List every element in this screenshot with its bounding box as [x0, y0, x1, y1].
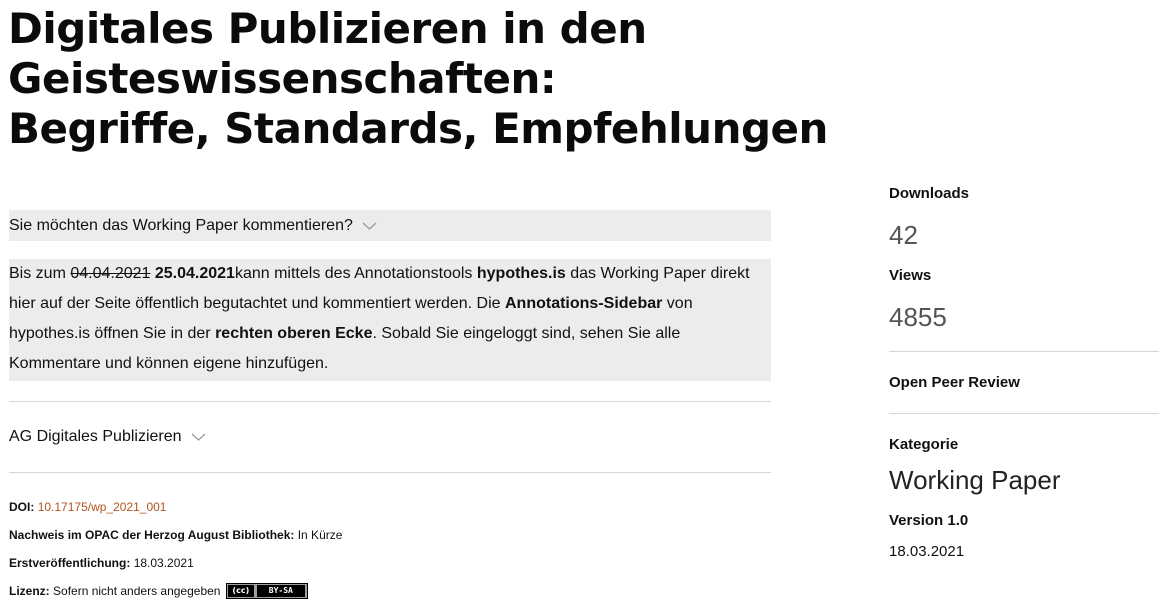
views-label: Views [889, 267, 932, 284]
notice-text-1: kann mittels des Annotationstools [234, 265, 477, 282]
doi-key: DOI: [9, 500, 35, 514]
sidebar-divider [889, 413, 1159, 414]
ag-accordion-label: AG Digitales Publizieren [9, 428, 182, 445]
first-pub-row: Erstveröffentlichung: 18.03.2021 [9, 549, 771, 577]
sidebar-divider [889, 351, 1159, 352]
opac-key: Nachweis im OPAC der Herzog August Bibli… [9, 528, 295, 542]
opac-row: Nachweis im OPAC der Herzog August Bibli… [9, 521, 771, 549]
notice-new-date: 25.04.2021 [154, 265, 235, 282]
main-content: Sie möchten das Working Paper kommentier… [9, 210, 771, 605]
opac-value: In Kürze [297, 528, 343, 542]
comment-accordion-label: Sie möchten das Working Paper kommentier… [9, 216, 353, 234]
chevron-down-icon [191, 432, 206, 442]
notice-corner-name: rechten oberen Ecke [215, 325, 373, 342]
sidebar: Downloads 42 Views 4855 Open Peer Review… [889, 184, 1159, 560]
license-key: Lizenz: [9, 584, 50, 598]
first-pub-key: Erstveröffentlichung: [9, 556, 131, 570]
notice-old-date: 04.04.2021 [70, 265, 151, 282]
category-label: Kategorie [889, 436, 959, 453]
divider [9, 472, 771, 473]
comment-accordion-toggle[interactable]: Sie möchten das Working Paper kommentier… [9, 210, 771, 241]
page-title-line-1: Digitales Publizieren in den Geisteswiss… [8, 4, 647, 103]
views-value: 4855 [889, 302, 947, 332]
downloads-value: 42 [889, 220, 918, 250]
cc-by-sa-badge[interactable]: (cc) BY-SA [225, 582, 308, 599]
comment-notice: Bis zum 04.04.2021 25.04.2021kann mittel… [9, 259, 771, 381]
meta-info: DOI: 10.17175/wp_2021_001 Nachweis im OP… [9, 493, 771, 605]
category-value[interactable]: Working Paper [889, 463, 1159, 497]
page-title-line-2: Begriffe, Standards, Empfehlungen [8, 104, 828, 153]
chevron-down-icon [362, 221, 377, 231]
version-label: Version 1.0 [889, 512, 969, 529]
notice-text-before: Bis zum [9, 265, 71, 282]
cc-by-sa-label: BY-SA [256, 584, 305, 597]
ag-accordion-toggle[interactable]: AG Digitales Publizieren [9, 402, 771, 472]
doi-link[interactable]: 10.17175/wp_2021_001 [38, 500, 167, 514]
downloads-label: Downloads [889, 185, 970, 202]
open-peer-review-link[interactable]: Open Peer Review [889, 373, 1159, 393]
first-pub-value: 18.03.2021 [133, 556, 194, 570]
doi-row: DOI: 10.17175/wp_2021_001 [9, 493, 771, 521]
notice-tool-name: hypothes.is [476, 265, 566, 282]
notice-sidebar-name: Annotations-Sidebar [505, 295, 663, 312]
license-value: Sofern nicht anders angegeben [53, 584, 221, 598]
page-title: Digitales Publizieren in den Geisteswiss… [8, 4, 1168, 154]
version-date: 18.03.2021 [889, 543, 965, 560]
license-row: Lizenz: Sofern nicht anders angegeben (c… [9, 577, 771, 605]
cc-icon: (cc) [227, 584, 254, 597]
